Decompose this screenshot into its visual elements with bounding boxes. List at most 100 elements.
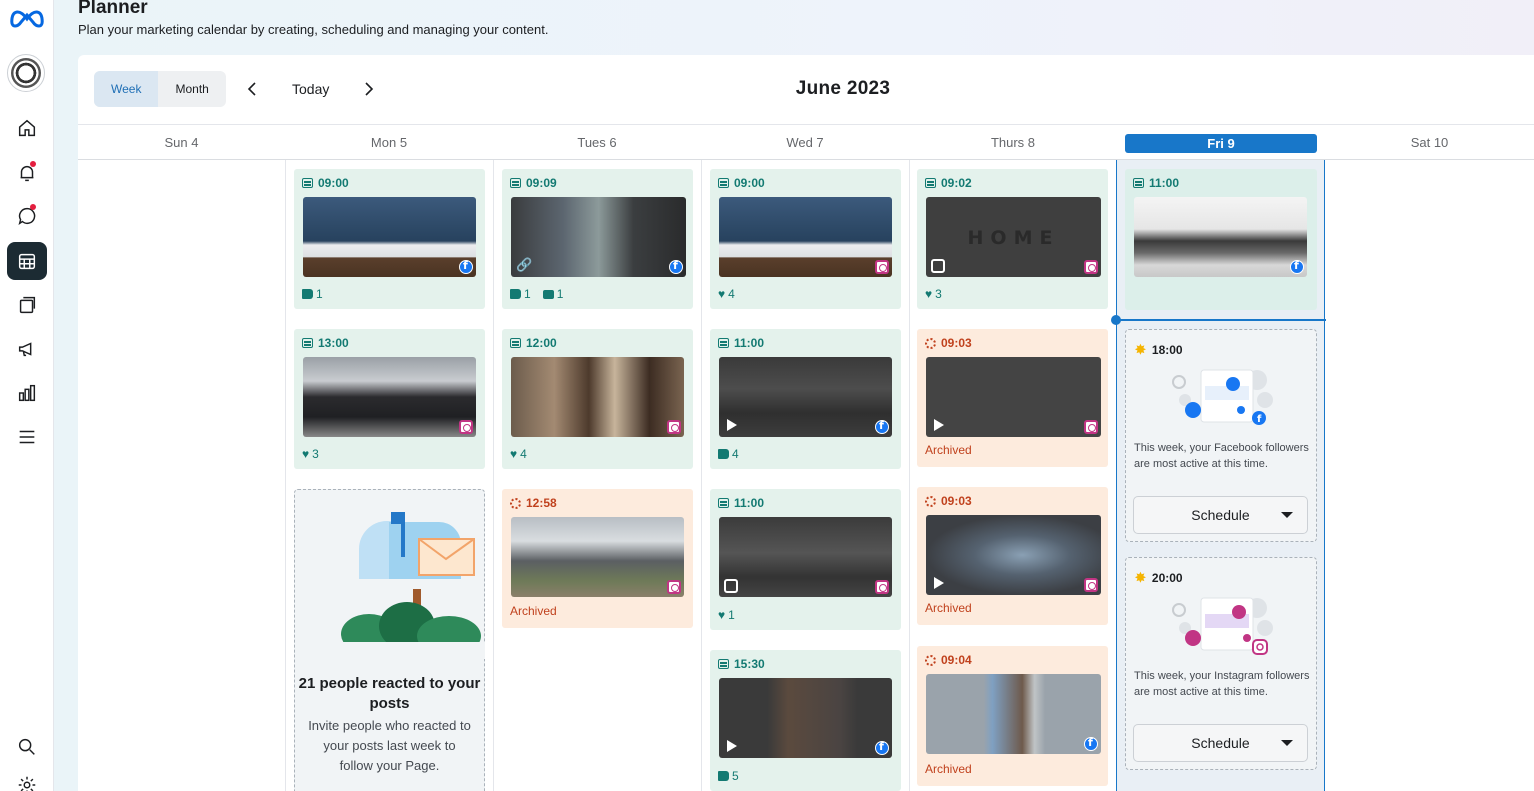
calendar-icon[interactable] [7,242,47,280]
post-icon [1133,178,1144,188]
sparkle-icon: ✸ [1135,342,1146,357]
mailbox-illustration [339,512,485,659]
content-icon[interactable] [7,286,47,324]
post-thumbnail[interactable] [926,515,1101,595]
settings-icon[interactable] [7,766,47,791]
day-header-tue: Tues 6 [577,135,617,150]
menu-icon[interactable] [7,418,47,456]
instagram-icon [875,260,889,274]
post-card[interactable]: 11:00 ♥ 1 [710,489,901,630]
facebook-icon [875,419,889,434]
post-stats: ♥ 3 [302,447,319,461]
post-time: 15:30 [734,657,765,671]
day-header-sat: Sat 10 [1410,135,1449,150]
post-card[interactable]: 11:00 4 [710,329,901,469]
post-stats: 4 [718,447,739,461]
post-icon [718,659,729,669]
post-thumbnail[interactable] [303,197,476,277]
post-thumbnail[interactable] [511,357,684,437]
post-thumbnail[interactable] [719,197,892,277]
promo-card: 21 people reacted to your posts Invite p… [294,489,485,791]
post-stats: 1 [302,287,323,301]
page-subtitle: Plan your marketing calendar by creating… [78,22,549,37]
post-time: 09:02 [941,176,972,190]
facebook-icon [459,259,473,274]
meta-logo-icon[interactable] [8,2,46,32]
page-title: Planner [78,0,148,18]
instagram-icon [1084,420,1098,434]
post-thumbnail[interactable] [926,357,1101,437]
schedule-button[interactable]: Schedule [1133,724,1308,762]
post-thumbnail[interactable] [719,517,892,597]
facebook-icon [1290,259,1304,274]
current-time-line [1114,319,1326,321]
like-icon [302,289,313,299]
heart-icon: ♥ [718,287,726,301]
app-window: Planner Plan your marketing calendar by … [0,0,1534,791]
archive-status-icon [925,495,936,507]
post-card[interactable]: 13:00 ♥ 3 [294,329,485,469]
month-title: June 2023 [795,78,891,99]
like-icon [718,771,729,781]
archive-status-icon [925,337,936,349]
chat-icon[interactable] [7,197,47,235]
day-header-fri: Fri 9 [1125,134,1317,153]
suggested-time-card: ✸ 20:00 This week, your Instagram followe… [1125,557,1317,770]
facebook-icon [1084,736,1098,751]
search-icon[interactable] [7,728,47,766]
post-card[interactable]: 11:00 [1125,169,1317,310]
facebook-icon [875,740,889,755]
instagram-audience-illustration [1172,597,1273,655]
post-card-archived[interactable]: 09:03 Archived [917,487,1108,625]
facebook-audience-illustration: f [1172,369,1273,425]
post-thumbnail[interactable] [719,357,892,437]
post-card[interactable]: 15:30 5 [710,650,901,791]
instagram-icon [459,420,473,434]
post-thumbnail[interactable] [303,357,476,437]
post-thumbnail[interactable]: HOME [926,197,1101,277]
schedule-button[interactable]: Schedule [1133,496,1308,534]
post-card-archived[interactable]: 09:04 Archived [917,646,1108,786]
bell-icon[interactable] [7,154,47,192]
post-thumbnail[interactable] [719,678,892,758]
post-card[interactable]: 09:02 HOME ♥ 3 [917,169,1108,309]
day-header-thu: Thurs 8 [990,135,1036,150]
megaphone-icon[interactable] [7,330,47,368]
post-thumbnail[interactable] [926,674,1101,754]
caret-down-icon[interactable] [1281,512,1293,518]
calendar-toolbar: Week Month Today June 2023 [78,55,1534,125]
play-icon [727,740,737,752]
page-avatar[interactable] [7,54,45,92]
svg-text:f: f [1257,414,1262,425]
post-icon [510,338,521,348]
post-thumbnail[interactable] [511,517,684,597]
post-time: 09:03 [941,336,972,350]
post-card[interactable]: 09:00 ♥ 4 [710,169,901,309]
heart-icon: ♥ [302,447,310,461]
insights-icon[interactable] [7,374,47,412]
left-nav [0,0,54,791]
post-stats: 5 [718,769,739,783]
post-icon [718,498,729,508]
day-header-wed: Wed 7 [786,135,824,150]
home-icon[interactable] [7,109,47,147]
post-card[interactable]: 09:09 🔗 11 [502,169,693,309]
caret-down-icon[interactable] [1281,740,1293,746]
post-icon [718,338,729,348]
post-time: 09:04 [941,653,972,667]
post-icon [718,178,729,188]
post-time: 13:00 [318,336,349,350]
post-card[interactable]: 09:00 1 [294,169,485,309]
post-thumbnail[interactable]: 🔗 [511,197,686,277]
post-card-archived[interactable]: 12:58 Archived [502,489,693,628]
post-time: 09:03 [941,494,972,508]
post-icon [510,178,521,188]
heart-icon: ♥ [925,287,933,301]
post-card-archived[interactable]: 09:03 Archived [917,329,1108,467]
post-card[interactable]: 12:00 ♥ 4 [502,329,693,469]
day-header-sun: Sun 4 [164,135,199,150]
reel-icon [724,579,738,593]
instagram-icon [875,580,889,594]
post-thumbnail[interactable] [1134,197,1307,277]
archived-label: Archived [925,762,972,776]
